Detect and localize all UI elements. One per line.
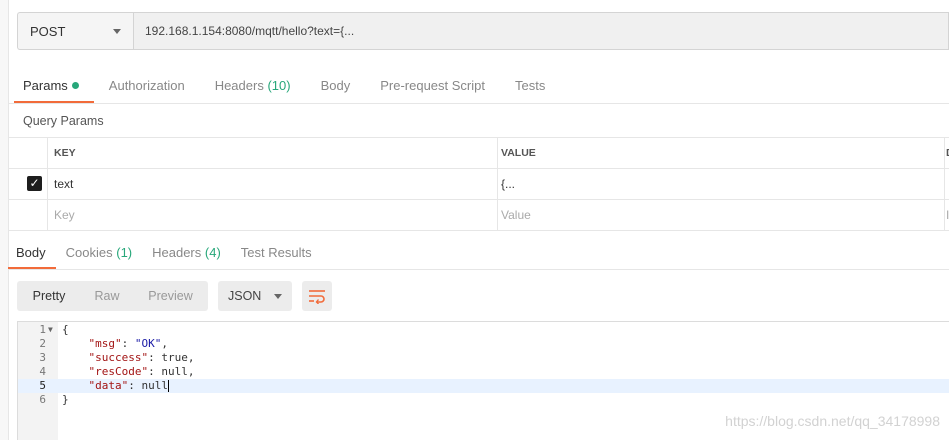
code-text: "success": true, xyxy=(88,351,195,364)
tab-response-headers[interactable]: Headers (4) xyxy=(142,237,231,268)
line-number: 1 xyxy=(39,323,46,336)
tab-label: Cookies xyxy=(65,245,113,260)
format-select[interactable]: JSON xyxy=(218,281,292,311)
tab-label: Authorization xyxy=(108,78,185,93)
tab-authorization[interactable]: Authorization xyxy=(94,70,200,102)
tab-label: Body xyxy=(16,245,46,260)
new-description-input[interactable]: I xyxy=(945,200,949,230)
json-value: true xyxy=(161,351,188,364)
code-text: "data": null xyxy=(88,379,169,392)
fold-toggle-icon[interactable]: ▼ xyxy=(48,323,53,337)
tab-label: Pre-request Script xyxy=(380,78,485,93)
line-number: 3 xyxy=(39,351,46,364)
response-toolbar: Pretty Raw Preview JSON xyxy=(17,281,332,311)
row-check-cell xyxy=(8,200,48,230)
json-value: null xyxy=(161,365,188,378)
new-value-input[interactable]: Value xyxy=(498,200,945,230)
tab-label: Tests xyxy=(514,78,546,93)
code-line-highlighted: 5 "data": null xyxy=(18,379,949,393)
tab-pre-request-script[interactable]: Pre-request Script xyxy=(365,70,500,102)
description-header: D xyxy=(945,138,949,168)
format-label: JSON xyxy=(228,289,262,303)
tab-label: Test Results xyxy=(240,245,312,260)
json-key: "resCode" xyxy=(88,365,149,378)
param-key[interactable]: text xyxy=(48,169,498,199)
param-value[interactable]: {... xyxy=(498,169,945,199)
preview-button[interactable]: Preview xyxy=(133,281,208,311)
watermark: https://blog.csdn.net/qq_34178998 xyxy=(725,413,940,429)
row-check-cell: ✓ xyxy=(8,169,48,199)
json-key: "success" xyxy=(88,351,149,364)
tab-cookies[interactable]: Cookies (1) xyxy=(56,237,142,268)
tab-count: (4) xyxy=(204,245,221,260)
tab-body[interactable]: Body xyxy=(306,70,366,102)
tab-label: Headers xyxy=(152,245,202,260)
tab-label: Headers xyxy=(214,78,264,93)
chevron-down-icon xyxy=(113,28,121,34)
tab-label: Body xyxy=(320,78,351,93)
tab-label: Params xyxy=(23,78,68,93)
json-value: "OK" xyxy=(134,337,162,350)
postman-window: POST 192.168.1.154:8080/mqtt/hello?text=… xyxy=(0,0,949,440)
view-mode-group: Pretty Raw Preview xyxy=(17,281,208,311)
text-cursor xyxy=(168,380,169,392)
code-line: 3 "success": true, xyxy=(18,351,949,365)
tab-count: (10) xyxy=(267,78,291,93)
value-header: VALUE xyxy=(498,138,945,168)
chevron-down-icon xyxy=(274,293,282,299)
check-column-header xyxy=(8,138,48,168)
code-line: 1 ▼ { xyxy=(18,323,949,337)
key-header: KEY xyxy=(48,138,498,168)
line-number: 5 xyxy=(39,379,46,392)
line-number: 6 xyxy=(39,393,46,406)
method-select[interactable]: POST xyxy=(17,12,133,50)
active-dot-icon xyxy=(71,82,79,90)
param-checkbox[interactable]: ✓ xyxy=(27,176,42,191)
tab-params[interactable]: Params xyxy=(8,70,94,103)
line-number: 4 xyxy=(39,365,46,378)
request-tabs: Params Authorization Headers (10) Body P… xyxy=(8,70,949,104)
tab-headers[interactable]: Headers (10) xyxy=(200,70,306,102)
json-key: "data" xyxy=(88,379,129,392)
table-row-new: Key Value I xyxy=(8,200,949,231)
line-number: 2 xyxy=(39,337,46,350)
response-tabs: Body Cookies (1) Headers (4) Test Result… xyxy=(8,237,949,270)
code-line: 4 "resCode": null, xyxy=(18,365,949,379)
tab-tests[interactable]: Tests xyxy=(500,70,560,102)
json-key: "msg" xyxy=(88,337,122,350)
code-text: "msg": "OK", xyxy=(88,337,169,350)
url-input[interactable]: 192.168.1.154:8080/mqtt/hello?text={... xyxy=(133,12,949,50)
method-label: POST xyxy=(30,23,66,39)
code-line: 6 } xyxy=(18,393,949,407)
wrap-lines-button[interactable] xyxy=(302,281,332,311)
params-header-row: KEY VALUE D xyxy=(8,138,949,169)
code-text: { xyxy=(62,323,69,336)
params-table: KEY VALUE D ✓ text {... Key Value I xyxy=(8,137,949,231)
json-value: null xyxy=(141,379,169,392)
query-params-title: Query Params xyxy=(23,114,104,128)
wrap-lines-icon xyxy=(309,290,325,304)
tab-response-body[interactable]: Body xyxy=(8,237,56,269)
code-text: "resCode": null, xyxy=(88,365,195,378)
raw-button[interactable]: Raw xyxy=(81,281,133,311)
table-row: ✓ text {... xyxy=(8,169,949,200)
new-key-input[interactable]: Key xyxy=(48,200,498,230)
pretty-button[interactable]: Pretty xyxy=(17,281,81,311)
tab-test-results[interactable]: Test Results xyxy=(231,237,322,268)
request-bar: POST 192.168.1.154:8080/mqtt/hello?text=… xyxy=(17,12,949,52)
tab-count: (1) xyxy=(116,245,133,260)
code-line: 2 "msg": "OK", xyxy=(18,337,949,351)
param-description[interactable] xyxy=(945,169,949,199)
code-text: } xyxy=(62,393,69,406)
